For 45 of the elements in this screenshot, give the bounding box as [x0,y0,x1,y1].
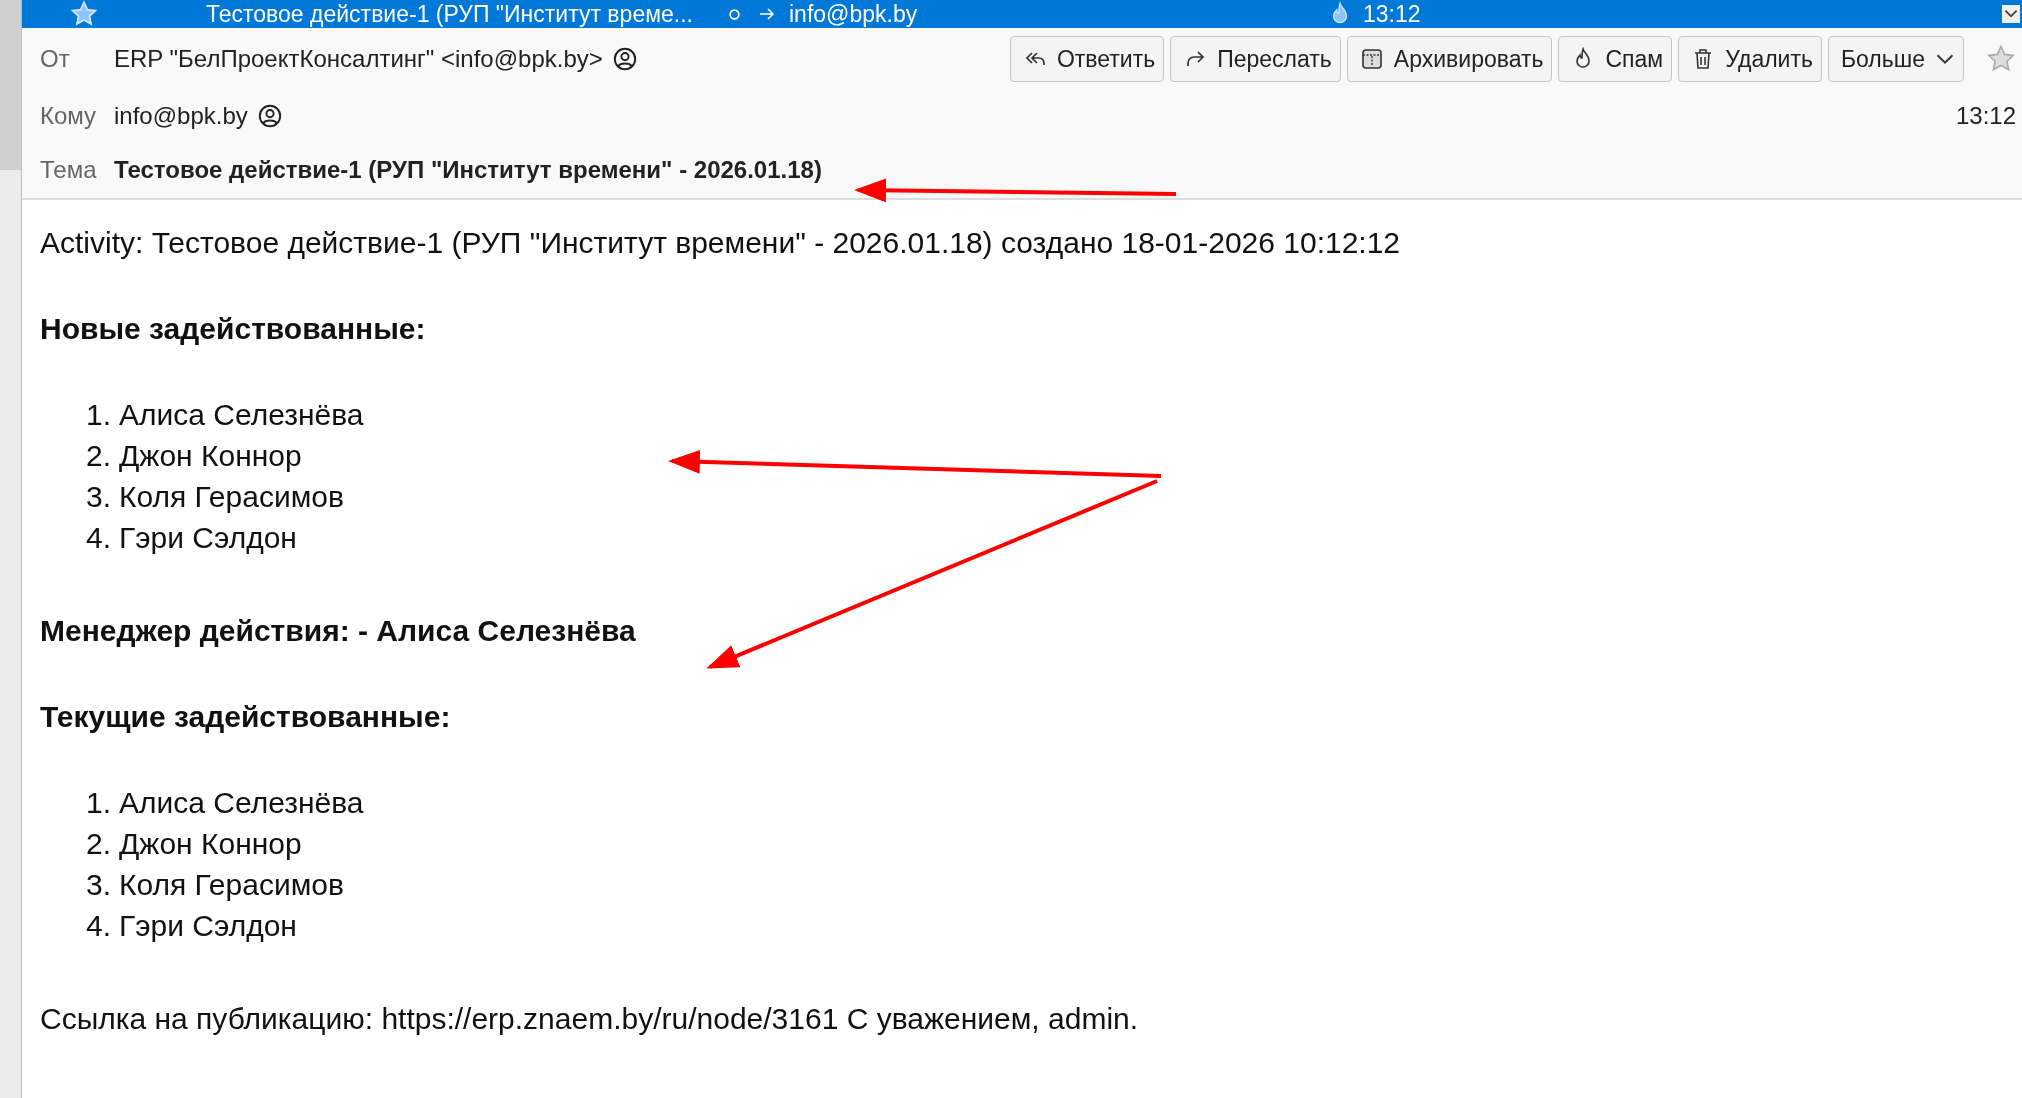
message-time: 13:12 [1363,0,1422,28]
contact-icon[interactable] [612,47,637,71]
message-time: 13:12 [1955,102,2016,130]
list-item: Алиса Селезнёва [119,398,364,433]
forward-button[interactable]: Переслать [1170,36,1341,82]
star-icon[interactable] [70,0,98,28]
list-item: Гэри Сэлдон [119,521,297,556]
to-label: Кому [40,102,98,130]
message-recipient: info@bpk.by [789,0,919,28]
archive-button[interactable]: Архивировать [1346,36,1553,82]
list-item: Коля Герасимов [119,868,344,903]
reply-button[interactable]: Ответить [1009,36,1165,82]
message-subject: Тестовое действие-1 (РУП "Институт време... [206,0,694,28]
list-item: Джон Коннор [119,827,302,862]
list-number: 1. [86,786,112,821]
list-item: Джон Коннор [119,439,302,474]
list-item: Коля Герасимов [119,480,344,515]
list-number: 4. [86,521,112,556]
message-row[interactable]: Тестовое действие-1 (РУП "Институт време... info@bpk.by 13:12 [22,0,2022,28]
list-item: Гэри Сэлдон [119,909,297,944]
delete-button[interactable]: Удалить [1678,36,1822,82]
body-heading: Менеджер действия: - Алиса Селезнёва [40,614,637,648]
list-number: 1. [86,398,112,433]
list-number: 3. [86,868,112,903]
message-subject: Тестовое действие-1 (РУП "Институт времени" - 2026.01.18) [114,156,822,184]
body-heading: Новые задействованные: [40,312,427,346]
sender-address[interactable]: ERP "БелПроектКонсалтинг" <info@bpk.by> [114,45,603,73]
spam-button[interactable]: Спам [1558,36,1673,82]
recipient-address[interactable]: info@bpk.by [114,102,248,130]
list-number: 2. [86,439,112,474]
star-icon[interactable] [1986,44,2016,74]
from-label: От [40,45,71,73]
list-number: 3. [86,480,112,515]
list-number: 2. [86,827,112,862]
contact-icon[interactable] [257,104,282,128]
chevron-down-icon[interactable] [2002,5,2020,23]
list-item: Алиса Селезнёва [119,786,364,821]
subject-label: Тема [40,156,98,184]
archive-icon [1359,47,1384,71]
body-text: Activity: Тестовое действие-1 (РУП "Институт времени" - 2026.01.18) создано 18-01-2026 10:12:12 [40,226,1402,260]
body-text: Ссылка на публикацию: https://erp.znaem.by/ru/node/3161 С уважением, admin. [40,1002,1140,1036]
list-number: 4. [86,909,112,944]
body-heading: Текущие задействованные: [40,700,452,734]
more-menu-button[interactable]: Больше [1827,36,1964,82]
unread-dot-icon[interactable] [728,7,741,21]
